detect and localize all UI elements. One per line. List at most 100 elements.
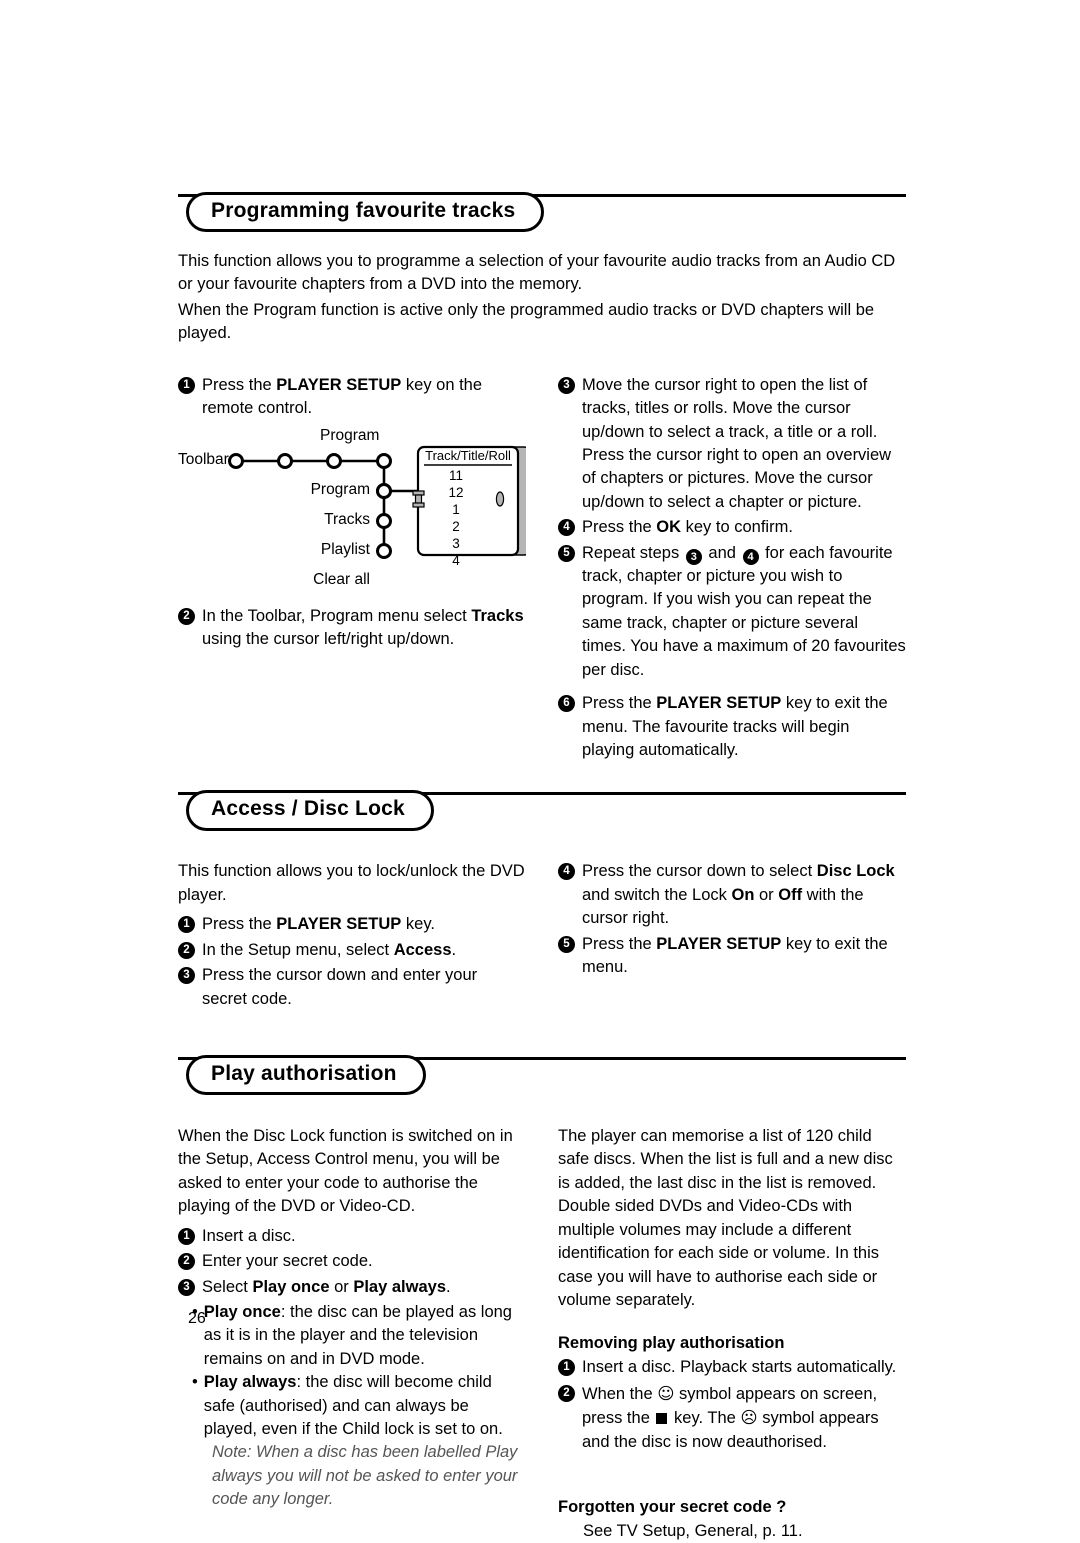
step2-pre: In the Toolbar, Program menu select: [202, 606, 472, 625]
play-auth-note: Note: When a disc has been labelled Play…: [212, 1443, 518, 1509]
section-header-disc-lock: Access / Disc Lock: [178, 790, 906, 832]
dl-step5-pre: Press the: [582, 934, 657, 953]
dl-step4-d: On: [731, 885, 755, 904]
document-page: Programming favourite tracks This functi…: [0, 0, 1080, 1540]
step-marker-1: 1: [178, 1227, 195, 1245]
step-item: 1 Insert a disc.: [178, 1225, 526, 1248]
step5-c: for each favourite track, chapter or pic…: [582, 543, 906, 679]
step-text-6: Press the PLAYER SETUP key to exit the m…: [582, 692, 906, 762]
play-auth-right-paragraph: The player can memorise a list of 120 ch…: [558, 1126, 893, 1309]
step-item: 3 Select Play once or Play always.: [178, 1276, 526, 1299]
disc-lock-step-3: Press the cursor down and enter your sec…: [202, 966, 478, 1008]
dl-step1-pre: Press the: [202, 915, 277, 934]
play-auth-column-right: The player can memorise a list of 120 ch…: [558, 1125, 906, 1543]
section-title-programming: Programming favourite tracks: [186, 192, 545, 233]
forgotten-code-text: See TV Setup, General, p. 11.: [583, 1522, 803, 1541]
diagram-list-item: 2: [452, 518, 460, 534]
section-header-play-auth: Play authorisation: [178, 1054, 906, 1097]
step-marker-inline-4: 4: [742, 548, 759, 565]
step-marker-2: 2: [178, 607, 195, 625]
pa-step3-b1: Play once: [252, 1277, 330, 1296]
pa-step3-mid: or: [329, 1277, 354, 1296]
step2-post: using the cursor left/right up/down.: [202, 629, 455, 648]
step-item: 2 In the Toolbar, Program menu select Tr…: [178, 605, 526, 652]
intro-paragraph-1: This function allows you to programme a …: [178, 252, 896, 294]
diagram-list-item: 1: [452, 501, 460, 517]
dl-step4-a: Press the cursor down to select: [582, 862, 817, 881]
bullet-play-always-body: Play always: the disc will become child …: [204, 1371, 526, 1441]
step-marker-1: 1: [558, 1359, 575, 1377]
stop-key-icon: [656, 1413, 668, 1425]
step-marker-1: 1: [178, 376, 195, 394]
play-auth-step-3: Select Play once or Play always.: [202, 1276, 526, 1299]
removing-step-2: When the ☺ symbol appears on screen, pre…: [582, 1382, 906, 1454]
dl-step4-b: Disc Lock: [816, 862, 895, 881]
step-marker-4: 4: [558, 863, 575, 881]
rm-step2-a: When the: [582, 1384, 658, 1403]
step-item: 6 Press the PLAYER SETUP key to exit the…: [558, 692, 906, 762]
bullet-item-play-always: • Play always: the disc will become chil…: [192, 1371, 526, 1441]
bullet-item-play-once: • Play once: the disc can be played as l…: [192, 1301, 526, 1371]
step-marker-3: 3: [178, 1278, 195, 1296]
diagram-list-item: 12: [448, 484, 464, 500]
dl-step2-pre: In the Setup menu, select: [202, 940, 394, 959]
step-marker-1: 1: [178, 916, 195, 934]
step6-pre: Press the: [582, 694, 657, 713]
page-content: Programming favourite tracks This functi…: [178, 192, 906, 1543]
step-item: 4 Press the OK key to confirm.: [558, 516, 906, 539]
diagram-menu-item-tracks: Tracks: [324, 510, 370, 528]
section-header-programming: Programming favourite tracks: [178, 192, 906, 234]
disc-lock-step-4: Press the cursor down to select Disc Loc…: [582, 860, 906, 930]
play-auth-step-2: Enter your secret code.: [202, 1252, 373, 1271]
play-auth-intro: When the Disc Lock function is switched …: [178, 1126, 513, 1216]
pa-step3-post: .: [446, 1277, 451, 1296]
diagram-menu-item-program: Program: [310, 480, 370, 498]
step4-post: key to confirm.: [681, 518, 793, 537]
dl-step2-bold: Access: [393, 940, 452, 959]
page-number: 26: [188, 1310, 206, 1327]
step-item: 5 Press the PLAYER SETUP key to exit the…: [558, 933, 906, 980]
bullet-play-once-body: Play once: the disc can be played as lon…: [204, 1301, 526, 1371]
step1-pre: Press the: [202, 375, 277, 394]
step-marker-inline-3: 3: [685, 548, 702, 565]
play-auth-columns: When the Disc Lock function is switched …: [178, 1125, 906, 1543]
dl-step2-post: .: [451, 940, 457, 959]
step-item: 1 Insert a disc. Playback starts automat…: [558, 1356, 906, 1379]
disc-lock-step-1: Press the PLAYER SETUP key.: [202, 913, 526, 936]
frowning-face-icon: ☹: [740, 1408, 758, 1428]
step-marker-5: 5: [558, 935, 575, 953]
rm-step2-c: key. The: [669, 1409, 741, 1428]
step-marker-4: 4: [558, 519, 575, 537]
step-marker-3: 3: [558, 376, 575, 394]
bullet1-bold: Play once: [203, 1302, 281, 1321]
step-item: 2 Enter your secret code.: [178, 1250, 526, 1273]
step-marker-6: 6: [558, 695, 575, 713]
dl-step1-post: key.: [401, 915, 435, 934]
pa-step3-b2: Play always: [353, 1277, 446, 1296]
diagram-list-header: Track/Title/Roll: [425, 447, 511, 463]
pa-step3-pre: Select: [202, 1277, 253, 1296]
step5-a: Repeat steps: [582, 543, 684, 562]
step6-bold: PLAYER SETUP: [656, 694, 782, 713]
step4-bold: OK: [656, 518, 682, 537]
dl-step1-bold: PLAYER SETUP: [276, 915, 402, 934]
disc-lock-step-2: In the Setup menu, select Access.: [202, 939, 526, 962]
toolbar-program-diagram: Program Toolbar Program Tracks Playlist …: [178, 425, 526, 588]
step4-pre: Press the: [582, 518, 657, 537]
diagram-list-item: 4: [452, 552, 460, 568]
step-text-3: Move the cursor right to open the list o…: [582, 375, 892, 511]
step2-bold: Tracks: [471, 606, 524, 625]
bullet-dot-icon: •: [192, 1373, 198, 1392]
disc-lock-step-5: Press the PLAYER SETUP key to exit the m…: [582, 933, 906, 980]
forgotten-code-heading: Forgotten your secret code ?: [558, 1498, 787, 1517]
intro-paragraph-2: When the Program function is active only…: [178, 300, 875, 343]
diagram-toolbar-label: Toolbar: [178, 450, 229, 468]
diagram-list-item: 3: [452, 535, 460, 551]
step-text-2: In the Toolbar, Program menu select Trac…: [202, 605, 526, 652]
dl-step5-bold: PLAYER SETUP: [656, 934, 782, 953]
step-marker-2: 2: [178, 941, 195, 959]
dl-step4-c: and switch the Lock: [582, 885, 732, 904]
diagram-title: Program: [320, 426, 380, 444]
bullet2-bold: Play always: [203, 1373, 297, 1392]
step-marker-2: 2: [178, 1253, 195, 1271]
